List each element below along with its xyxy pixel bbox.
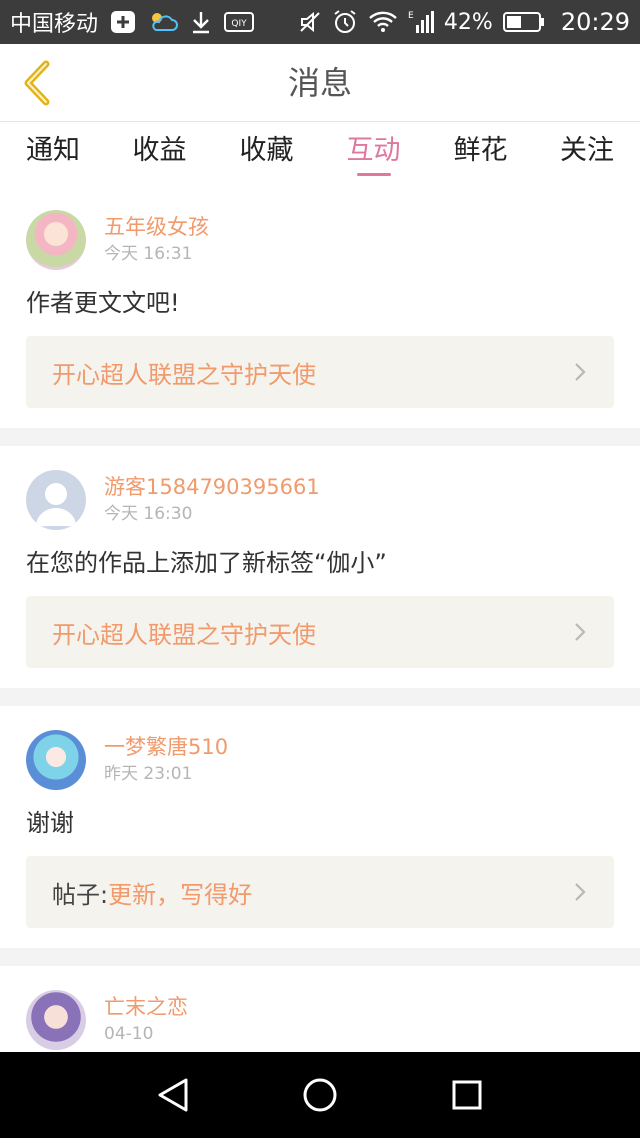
mute-icon <box>298 8 322 36</box>
nav-home-button[interactable] <box>290 1065 350 1125</box>
timestamp: 今天 16:31 <box>104 244 193 264</box>
back-button[interactable] <box>14 58 58 108</box>
timestamp: 今天 16:30 <box>104 504 193 524</box>
username[interactable]: 五年级女孩 <box>104 212 209 242</box>
work-link[interactable]: 开心超人联盟之守护天使 <box>26 596 614 668</box>
battery-percent: 42% <box>443 9 493 35</box>
video-app-icon: QIY <box>224 8 255 36</box>
message-text: 在您的作品上添加了新标签“伽小” <box>26 549 387 577</box>
work-link-label: 开心超人联盟之守护天使 <box>52 620 316 649</box>
work-link[interactable]: 开心超人联盟之守护天使 <box>26 336 614 408</box>
page-title: 消息 <box>287 64 352 102</box>
avatar[interactable] <box>26 210 86 270</box>
username[interactable]: 亡末之恋 <box>104 992 188 1022</box>
circle-home-icon <box>303 1078 337 1112</box>
triangle-back-icon <box>158 1078 188 1112</box>
username[interactable]: 游客1584790395661 <box>104 472 320 502</box>
avatar[interactable] <box>26 470 86 530</box>
clock: 20:29 <box>560 8 630 36</box>
square-recents-icon <box>452 1080 482 1110</box>
post-link-label: 更新，写得好 <box>108 880 253 909</box>
svg-text:E: E <box>408 11 414 21</box>
list-item: 亡末之恋 04-10 <box>0 966 640 1052</box>
tab-favorites[interactable]: 收藏 <box>213 122 320 186</box>
tab-notifications[interactable]: 通知 <box>0 122 106 186</box>
nav-recents-button[interactable] <box>437 1065 497 1125</box>
post-link-prefix: 帖子: <box>52 880 109 909</box>
chevron-right-icon <box>575 363 586 381</box>
battery-icon <box>502 8 545 36</box>
wifi-icon <box>368 8 398 36</box>
chevron-left-icon <box>24 60 50 106</box>
message-list: 五年级女孩 今天 16:31 作者更文文吧! 开心超人联盟之守护天使 游客158… <box>0 186 640 1052</box>
avatar[interactable] <box>26 730 86 790</box>
plus-notification-icon <box>110 8 136 36</box>
nav-back-button[interactable] <box>143 1065 203 1125</box>
status-bar: 中国移动 QIY E 42% 20:29 <box>0 0 640 44</box>
list-item: 一梦繁唐510 昨天 23:01 谢谢 帖子: 更新，写得好 <box>0 706 640 948</box>
signal-icon: E <box>408 8 434 36</box>
chevron-right-icon <box>575 623 586 641</box>
list-item: 游客1584790395661 今天 16:30 在您的作品上添加了新标签“伽小… <box>0 446 640 688</box>
tab-follows[interactable]: 关注 <box>534 122 640 186</box>
message-text: 作者更文文吧! <box>26 289 180 317</box>
timestamp: 04-10 <box>104 1024 154 1044</box>
tab-flowers[interactable]: 鲜花 <box>427 122 534 186</box>
download-icon <box>190 8 212 36</box>
alarm-icon <box>332 8 358 36</box>
username[interactable]: 一梦繁唐510 <box>104 732 228 762</box>
svg-text:QIY: QIY <box>231 19 247 29</box>
timestamp: 昨天 23:01 <box>104 764 193 784</box>
avatar[interactable] <box>26 990 86 1050</box>
weather-cloud-icon <box>148 8 178 36</box>
carrier-label: 中国移动 <box>10 12 99 37</box>
work-link-label: 开心超人联盟之守护天使 <box>52 360 316 389</box>
list-item: 五年级女孩 今天 16:31 作者更文文吧! 开心超人联盟之守护天使 <box>0 186 640 428</box>
system-nav-bar <box>0 1052 640 1138</box>
default-user-icon <box>36 483 76 526</box>
tab-earnings[interactable]: 收益 <box>106 122 213 186</box>
title-bar: 消息 <box>0 44 640 122</box>
chevron-right-icon <box>575 883 586 901</box>
tab-interactions[interactable]: 互动 <box>320 122 427 186</box>
message-text: 谢谢 <box>26 809 74 837</box>
post-link[interactable]: 帖子: 更新，写得好 <box>26 856 614 928</box>
tab-bar: 通知 收益 收藏 互动 鲜花 关注 <box>0 122 640 186</box>
